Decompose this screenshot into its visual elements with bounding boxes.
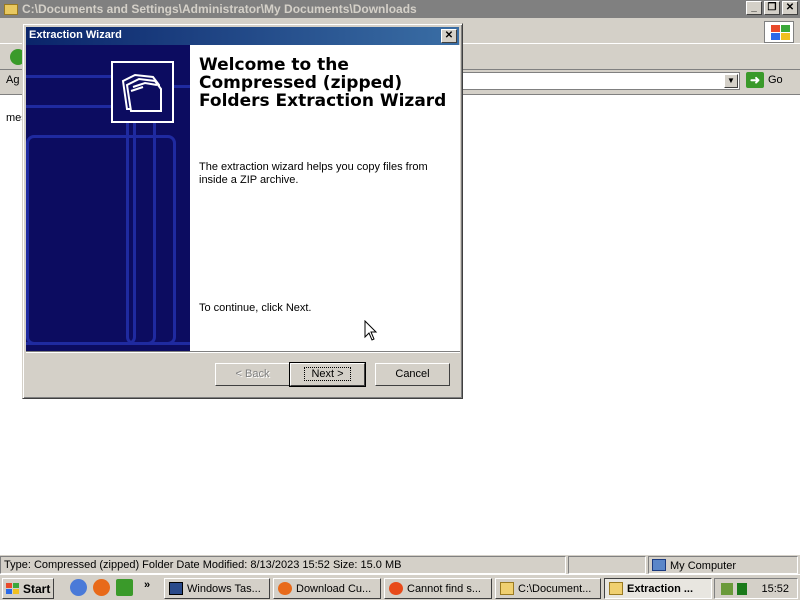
start-button[interactable]: Start xyxy=(2,578,54,599)
network-icon[interactable] xyxy=(721,582,734,595)
extraction-wizard-dialog: Extraction Wizard ✕ Welcome to the Compr… xyxy=(22,23,463,399)
dialog-body: Welcome to the Compressed (zipped) Folde… xyxy=(26,45,460,351)
dialog-titlebar[interactable]: Extraction Wizard ✕ xyxy=(26,27,459,45)
folder-icon xyxy=(609,582,623,595)
close-icon[interactable]: ✕ xyxy=(441,29,457,43)
back-button[interactable]: < Back xyxy=(215,363,290,386)
close-button[interactable]: ✕ xyxy=(782,1,798,15)
next-button[interactable]: Next > xyxy=(289,362,366,387)
ie-icon[interactable] xyxy=(70,579,87,596)
task-download[interactable]: Download Cu... xyxy=(273,578,381,599)
system-tray: 15:52 xyxy=(714,578,798,599)
task-label: Extraction ... xyxy=(627,582,694,595)
wizard-description: The extraction wizard helps you copy fil… xyxy=(199,161,428,186)
divider xyxy=(26,351,460,353)
zipped-folder-icon xyxy=(111,61,174,123)
minimize-button[interactable]: _ xyxy=(746,1,762,15)
address-label: Ag xyxy=(6,74,20,86)
continue-instruction: To continue, click Next. xyxy=(199,302,312,314)
browser-icon xyxy=(389,582,403,595)
chevron-down-icon[interactable]: ▼ xyxy=(724,74,738,88)
task-extraction-wizard[interactable]: Extraction ... xyxy=(604,578,712,599)
mouse-cursor-icon xyxy=(364,320,378,341)
cancel-button[interactable]: Cancel xyxy=(375,363,450,386)
status-icon[interactable] xyxy=(737,582,748,595)
next-label: Next > xyxy=(304,367,351,381)
taskbar: Start » Windows Tas... Download Cu... Ca… xyxy=(0,574,800,600)
task-documents-folder[interactable]: C:\Document... xyxy=(495,578,601,599)
go-button[interactable]: ➜ Go xyxy=(746,72,783,88)
task-label: Windows Tas... xyxy=(187,582,261,595)
task-label: Cannot find s... xyxy=(407,582,481,595)
clock[interactable]: 15:52 xyxy=(761,583,789,595)
folder-icon xyxy=(500,582,514,595)
status-location: My Computer xyxy=(648,556,798,574)
task-label: C:\Document... xyxy=(518,582,592,595)
dialog-title: Extraction Wizard xyxy=(29,29,122,41)
windows-flag-icon xyxy=(6,582,20,595)
folder-icon xyxy=(4,3,18,15)
restore-button[interactable]: ❐ xyxy=(764,1,780,15)
task-label: Download Cu... xyxy=(296,582,372,595)
status-empty-cell xyxy=(568,556,646,574)
firefox-icon xyxy=(278,582,292,595)
start-label: Start xyxy=(23,581,51,596)
my-computer-icon xyxy=(652,559,666,571)
status-info: Type: Compressed (zipped) Folder Date Mo… xyxy=(0,556,566,574)
windows-logo-icon xyxy=(764,21,794,43)
task-windows-task-manager[interactable]: Windows Tas... xyxy=(164,578,270,599)
explorer-titlebar[interactable]: C:\Documents and Settings\Administrator\… xyxy=(0,0,800,18)
explorer-title: C:\Documents and Settings\Administrator\… xyxy=(22,2,417,16)
status-bar: Type: Compressed (zipped) Folder Date Mo… xyxy=(0,554,800,574)
go-arrow-icon: ➜ xyxy=(746,72,764,88)
status-location-label: My Computer xyxy=(670,560,737,572)
show-desktop-icon[interactable] xyxy=(116,579,133,596)
wizard-banner xyxy=(26,45,190,351)
go-label: Go xyxy=(768,74,783,86)
browser-icon[interactable] xyxy=(93,579,110,596)
task-cannot-find[interactable]: Cannot find s... xyxy=(384,578,492,599)
quicklaunch-chevron[interactable]: » xyxy=(144,579,150,591)
address-input[interactable]: ▼ xyxy=(460,72,740,90)
task-manager-icon xyxy=(169,582,183,595)
wizard-heading: Welcome to the Compressed (zipped) Folde… xyxy=(199,55,447,111)
